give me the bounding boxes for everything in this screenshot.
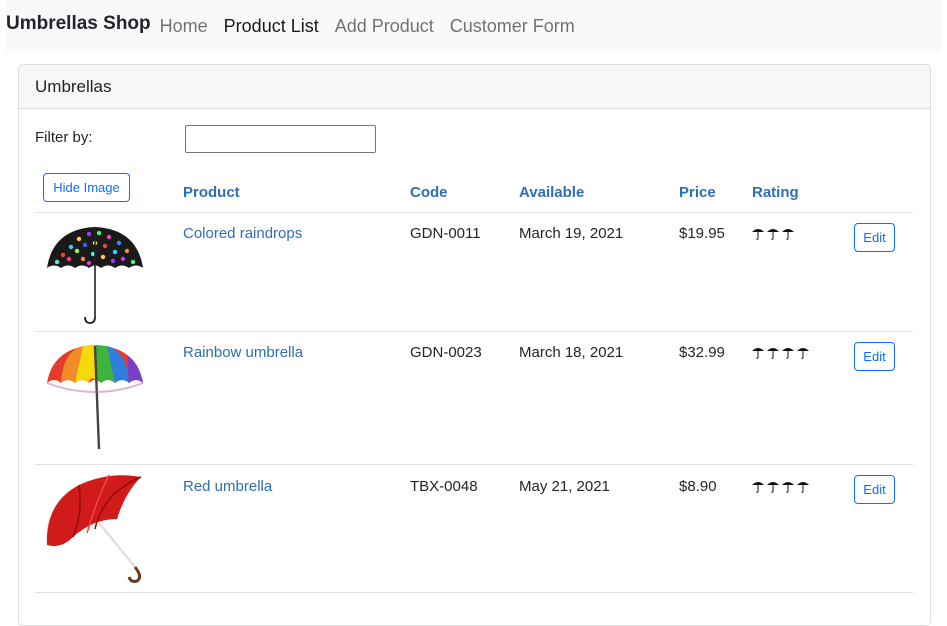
product-price: $8.90 [679,478,717,495]
umbrella-rating-icon [752,348,764,359]
rating-stars [751,226,795,240]
brand-title[interactable]: Umbrellas Shop [6,13,151,35]
product-available: May 21, 2021 [519,478,610,495]
row-divider [35,464,913,465]
umbrella-rating-icon [782,229,794,240]
filter-label: Filter by: [35,129,93,146]
row-divider [35,331,913,332]
umbrella-rating-icon [767,348,779,359]
header-available: Available [519,184,585,201]
umbrella-rating-icon [767,229,779,240]
header-rating: Rating [752,184,799,201]
row-divider [35,592,913,593]
product-code: TBX-0048 [410,478,478,495]
nav-customer-form[interactable]: Customer Form [450,16,575,37]
edit-button[interactable]: Edit [854,342,895,371]
umbrella-rating-icon [782,348,794,359]
product-name-link[interactable]: Colored raindrops [183,225,302,242]
hide-image-button[interactable]: Hide Image [43,173,130,202]
colored-raindrops-umbrella-image [47,227,143,324]
product-price: $19.95 [679,225,725,242]
umbrella-rating-icon [767,482,779,493]
product-code: GDN-0023 [410,344,482,361]
edit-button[interactable]: Edit [854,223,895,252]
product-available: March 18, 2021 [519,344,624,361]
product-card: Umbrellas Filter by: Hide Image Product … [18,64,931,626]
header-divider [35,212,913,213]
umbrella-rating-icon [782,482,794,493]
card-title: Umbrellas [35,76,112,96]
nav-add-product[interactable]: Add Product [335,16,434,37]
product-name-link[interactable]: Red umbrella [183,478,272,495]
product-name-link[interactable]: Rainbow umbrella [183,344,303,361]
umbrella-rating-icon [797,348,809,359]
product-available: March 19, 2021 [519,225,624,242]
product-code: GDN-0011 [410,225,481,242]
rainbow-umbrella-image [46,344,144,450]
umbrella-rating-icon [752,482,764,493]
umbrella-rating-icon [752,229,764,240]
navbar: Umbrellas Shop Home Product List Add Pro… [6,0,942,52]
umbrella-rating-icon [797,482,809,493]
header-price: Price [679,184,716,201]
red-umbrella-image [46,474,142,583]
nav-product-list[interactable]: Product List [224,16,319,37]
header-product: Product [183,184,240,201]
header-code: Code [410,184,448,201]
product-price: $32.99 [679,344,725,361]
edit-button[interactable]: Edit [854,475,895,504]
card-header: Umbrellas [19,65,930,109]
rating-stars [751,479,810,493]
filter-input[interactable] [185,125,376,153]
rating-stars [751,345,810,359]
nav-home[interactable]: Home [160,16,208,37]
